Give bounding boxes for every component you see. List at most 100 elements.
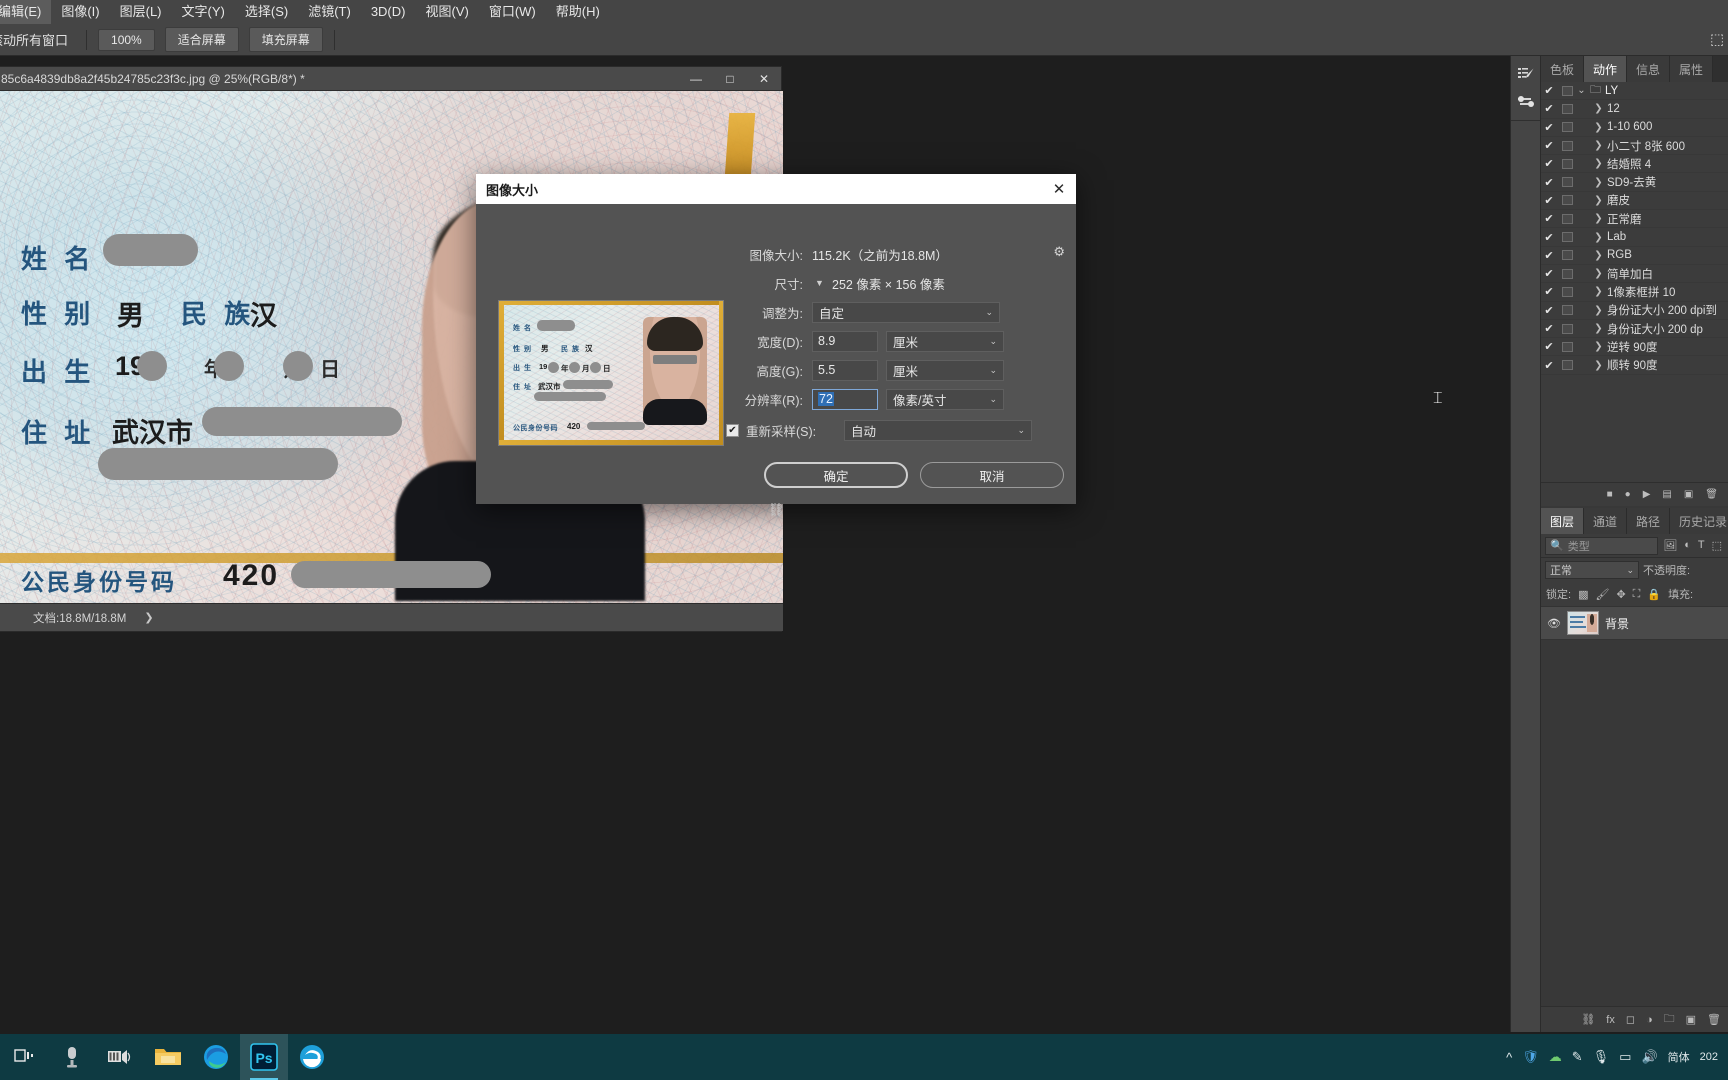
menu-item-window[interactable]: 窗口(W): [479, 0, 546, 24]
shield-icon[interactable]: 🛡: [1522, 1049, 1539, 1065]
action-dialog-toggle[interactable]: [1562, 268, 1573, 279]
fx-icon[interactable]: fx: [1606, 1014, 1615, 1026]
action-row-ly[interactable]: ✔ ⌄ 🗀 LY: [1541, 82, 1728, 101]
chevron-right-icon[interactable]: ❯: [1590, 103, 1607, 114]
action-row-rotate-cw-90[interactable]: ✔ ❯ 顺转 90度: [1541, 356, 1728, 375]
tab-actions[interactable]: 动作: [1584, 56, 1628, 82]
zoom-100-button[interactable]: 100%: [98, 28, 155, 51]
pen-icon[interactable]: ✎: [1572, 1049, 1583, 1065]
tab-paths[interactable]: 路径: [1627, 508, 1671, 534]
type-filter-icon[interactable]: T: [1698, 539, 1705, 552]
task-view-icon[interactable]: [0, 1034, 48, 1080]
delete-action-icon[interactable]: 🗑: [1705, 489, 1718, 500]
menu-item-layer[interactable]: 图层(L): [110, 0, 172, 24]
action-row-sd9[interactable]: ✔ ❯ SD9-去黄: [1541, 173, 1728, 192]
new-group-icon[interactable]: 🗀: [1664, 1010, 1675, 1029]
chevron-right-icon[interactable]: ❯: [1590, 213, 1607, 224]
action-dialog-toggle[interactable]: [1562, 286, 1573, 297]
action-toggle-check[interactable]: ✔: [1541, 359, 1557, 372]
action-dialog-toggle[interactable]: [1562, 213, 1573, 224]
action-toggle-check[interactable]: ✔: [1541, 84, 1557, 97]
delete-layer-icon[interactable]: 🗑: [1707, 1013, 1721, 1026]
cloud-icon[interactable]: ☁: [1549, 1049, 1562, 1065]
chevron-right-icon[interactable]: ❯: [1590, 323, 1607, 334]
chevron-right-icon[interactable]: ❯: [1590, 232, 1607, 243]
volume-icon[interactable]: 🔊: [1641, 1049, 1657, 1065]
resolution-input[interactable]: 72: [812, 388, 878, 410]
tab-history[interactable]: 历史记录: [1670, 508, 1728, 534]
chevron-right-icon[interactable]: ❯: [1590, 177, 1607, 188]
chevron-right-icon[interactable]: ❯: [1590, 122, 1607, 133]
action-toggle-check[interactable]: ✔: [1541, 212, 1557, 225]
tab-info[interactable]: 信息: [1627, 56, 1671, 82]
new-set-icon[interactable]: ▤: [1662, 489, 1671, 500]
lock-image-icon[interactable]: 🖌: [1595, 588, 1609, 601]
fill-screen-button[interactable]: 填充屏幕: [248, 27, 323, 52]
action-row-rgb[interactable]: ✔ ❯ RGB: [1541, 247, 1728, 265]
eye-icon[interactable]: 👁: [1547, 617, 1561, 630]
chevron-right-icon[interactable]: ❯: [1590, 195, 1607, 206]
width-input[interactable]: 8.9: [812, 330, 878, 352]
lock-position-icon[interactable]: ✥: [1616, 588, 1625, 601]
chevron-right-icon[interactable]: ❯: [1590, 360, 1607, 371]
action-row-normal-smooth[interactable]: ✔ ❯ 正常磨: [1541, 210, 1728, 229]
action-toggle-check[interactable]: ✔: [1541, 231, 1557, 244]
fit-to-select[interactable]: 自定 ⌄: [812, 301, 1000, 323]
action-dialog-toggle[interactable]: [1562, 85, 1573, 96]
image-preview[interactable]: 姓 名 性 别 男 民 族 汉 出 生 19 年 月 日 住 址 武汉市 公民身…: [498, 300, 724, 446]
action-row-lab[interactable]: ✔ ❯ Lab: [1541, 228, 1728, 247]
mic-icon[interactable]: 🎙: [1593, 1049, 1610, 1065]
tab-swatches[interactable]: 色板: [1541, 56, 1585, 82]
action-row-idcard-200dp[interactable]: ✔ ❯ 身份证大小 200 dp: [1541, 320, 1728, 339]
ie-browser-icon[interactable]: [288, 1034, 336, 1080]
resample-select[interactable]: 自动 ⌄: [844, 419, 1032, 441]
fit-screen-button[interactable]: 适合屏幕: [164, 27, 239, 52]
action-row-simple-whiten[interactable]: ✔ ❯ 简单加白: [1541, 265, 1728, 284]
action-row-1-10-600[interactable]: ✔ ❯ 1-10 600: [1541, 119, 1728, 137]
shape-filter-icon[interactable]: ⬚: [1712, 539, 1722, 552]
height-input[interactable]: 5.5: [812, 359, 878, 381]
height-unit-select[interactable]: 厘米 ⌄: [886, 359, 1004, 381]
new-action-icon[interactable]: ▣: [1684, 489, 1693, 500]
action-row-12[interactable]: ✔ ❯ 12: [1541, 100, 1728, 119]
menu-item-3d[interactable]: 3D(D): [361, 0, 416, 24]
opacity-label[interactable]: 不透明度:: [1643, 562, 1690, 578]
tab-properties[interactable]: 属性: [1670, 56, 1714, 82]
ok-button[interactable]: 确定: [764, 462, 908, 488]
chevron-right-icon[interactable]: ❯: [1590, 250, 1607, 261]
minimize-button[interactable]: —: [679, 67, 713, 91]
stop-icon[interactable]: ■: [1607, 489, 1613, 500]
layer-row-background[interactable]: 👁 背景: [1541, 606, 1728, 640]
action-toggle-check[interactable]: ✔: [1541, 285, 1557, 298]
action-toggle-check[interactable]: ✔: [1541, 102, 1557, 115]
new-layer-icon[interactable]: ▣: [1686, 1013, 1696, 1026]
action-dialog-toggle[interactable]: [1562, 195, 1573, 206]
action-toggle-check[interactable]: ✔: [1541, 249, 1557, 262]
battery-icon[interactable]: ▭: [1619, 1049, 1631, 1065]
chevron-up-icon[interactable]: ^: [1506, 1050, 1512, 1065]
clock[interactable]: 202: [1700, 1051, 1718, 1064]
status-expand-arrow[interactable]: ❯: [144, 611, 153, 624]
play-icon[interactable]: ▶: [1643, 489, 1651, 500]
chevron-right-icon[interactable]: ❯: [1590, 341, 1607, 352]
action-toggle-check[interactable]: ✔: [1541, 157, 1557, 170]
menu-item-edit[interactable]: 编辑(E): [0, 0, 52, 24]
menu-item-select[interactable]: 选择(S): [235, 0, 298, 24]
lock-all-icon[interactable]: 🔒: [1647, 588, 1661, 601]
action-dialog-toggle[interactable]: [1562, 122, 1573, 133]
recorder-icon[interactable]: [96, 1034, 144, 1080]
edge-browser-icon[interactable]: [192, 1034, 240, 1080]
action-row-skin-smooth[interactable]: ✔ ❯ 磨皮: [1541, 192, 1728, 211]
document-title-bar[interactable]: 85c6a4839db8a2f45b24785c23f3c.jpg @ 25%(…: [0, 67, 781, 91]
action-row-wedding-photo[interactable]: ✔ ❯ 结婚照 4: [1541, 155, 1728, 174]
action-dialog-toggle[interactable]: [1562, 250, 1573, 261]
chevron-down-icon[interactable]: ⌄: [1573, 85, 1590, 96]
action-toggle-check[interactable]: ✔: [1541, 340, 1557, 353]
link-layers-icon[interactable]: ⛓: [1581, 1013, 1595, 1026]
action-dialog-toggle[interactable]: [1562, 177, 1573, 188]
chevron-right-icon[interactable]: ❯: [1590, 286, 1607, 297]
width-unit-select[interactable]: 厘米 ⌄: [886, 330, 1004, 352]
action-dialog-toggle[interactable]: [1562, 341, 1573, 352]
action-dialog-toggle[interactable]: [1562, 360, 1573, 371]
menu-item-type[interactable]: 文字(Y): [172, 0, 235, 24]
